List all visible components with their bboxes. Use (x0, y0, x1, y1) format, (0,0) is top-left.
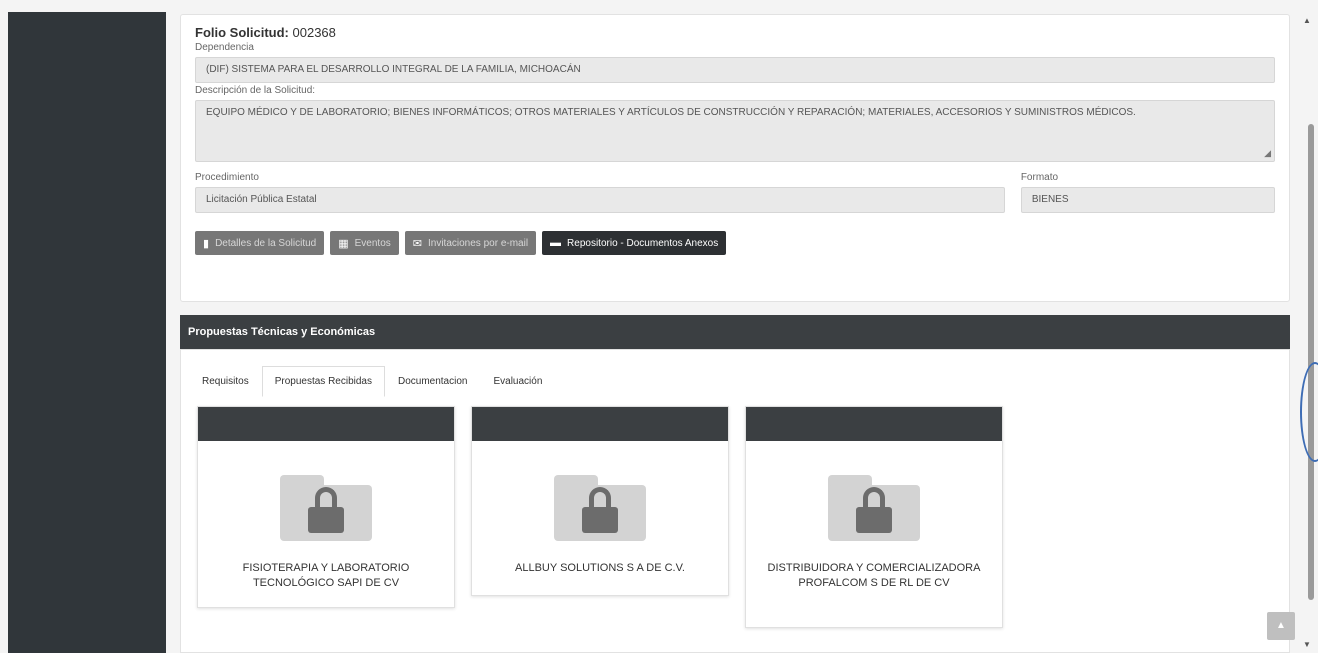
main-content: Folio Solicitud: 002368 Dependencia (DIF… (180, 14, 1290, 653)
formato-label: Formato (1020, 172, 1059, 183)
sidebar (8, 12, 166, 653)
propuestas-header: Propuestas Técnicas y Económicas (180, 315, 1290, 349)
invitaciones-button[interactable]: ✉ Invitaciones por e-mail (404, 231, 537, 255)
dependencia-field: (DIF) SISTEMA PARA EL DESARROLLO INTEGRA… (195, 57, 1275, 83)
tab-documentacion[interactable]: Documentacion (385, 366, 480, 397)
proposal-company-name: ALLBUY SOLUTIONS S A DE C.V. (515, 562, 685, 574)
propuestas-panel: Requisitos Propuestas Recibidas Document… (180, 349, 1290, 653)
solicitud-card: Folio Solicitud: 002368 Dependencia (DIF… (180, 14, 1290, 302)
proposal-card-header (472, 407, 728, 441)
eventos-button[interactable]: ▦ Eventos (330, 231, 399, 255)
back-to-top-button[interactable]: ▲ (1267, 612, 1295, 640)
folio-label: Folio Solicitud: (195, 25, 289, 40)
tab-requisitos[interactable]: Requisitos (189, 366, 262, 397)
tab-evaluacion[interactable]: Evaluación (480, 366, 555, 397)
tab-propuestas-recibidas[interactable]: Propuestas Recibidas (261, 366, 385, 397)
proposal-cards: FISIOTERAPIA Y LABORATORIO TECNOLÓGICO S… (197, 406, 1003, 628)
proposal-card-header (198, 407, 454, 441)
folio-number: 002368 (292, 25, 336, 40)
arrow-up-icon: ▲ (1276, 620, 1286, 631)
proposal-card[interactable]: ALLBUY SOLUTIONS S A DE C.V. (471, 406, 729, 596)
scroll-down-icon[interactable]: ▼ (1303, 640, 1311, 649)
descripcion-text: EQUIPO MÉDICO Y DE LABORATORIO; BIENES I… (206, 107, 1136, 118)
locked-folder-icon (828, 475, 920, 541)
document-icon: ▮ (203, 237, 210, 250)
locked-folder-icon (554, 475, 646, 541)
calendar-icon: ▦ (338, 237, 349, 250)
action-buttons: ▮ Detalles de la Solicitud ▦ Eventos ✉ I… (195, 231, 1275, 255)
descripcion-field: EQUIPO MÉDICO Y DE LABORATORIO; BIENES I… (195, 100, 1275, 162)
proposal-card-header (746, 407, 1002, 441)
invitaciones-label: Invitaciones por e-mail (428, 237, 529, 249)
mail-group-icon: ✉ (412, 237, 422, 250)
detalles-button[interactable]: ▮ Detalles de la Solicitud (195, 231, 325, 255)
dependencia-label: Dependencia (195, 42, 254, 53)
locked-folder-icon (280, 475, 372, 541)
folio-heading: Folio Solicitud: 002368 (195, 25, 1275, 40)
archive-icon: ▬ (550, 237, 562, 249)
eventos-label: Eventos (354, 237, 391, 249)
resize-handle-icon[interactable]: ◢ (1264, 148, 1271, 159)
repositorio-label: Repositorio - Documentos Anexos (567, 237, 719, 249)
detalles-label: Detalles de la Solicitud (215, 237, 317, 249)
procedimiento-label: Procedimiento (195, 172, 259, 183)
formato-field: BIENES (1020, 187, 1275, 213)
propuestas-tabs: Requisitos Propuestas Recibidas Document… (189, 366, 555, 397)
proposal-company-name: DISTRIBUIDORA Y COMERCIALIZADORA PROFALC… (767, 562, 981, 589)
descripcion-label: Descripción de la Solicitud: (195, 85, 316, 96)
repositorio-button[interactable]: ▬ Repositorio - Documentos Anexos (542, 231, 727, 255)
proposal-card[interactable]: DISTRIBUIDORA Y COMERCIALIZADORA PROFALC… (745, 406, 1003, 628)
proposal-card[interactable]: FISIOTERAPIA Y LABORATORIO TECNOLÓGICO S… (197, 406, 455, 608)
procedimiento-field: Licitación Pública Estatal (195, 187, 1005, 213)
scroll-up-icon[interactable]: ▲ (1303, 16, 1311, 25)
page-scrollbar[interactable]: ▲ ▼ (1300, 14, 1314, 653)
proposal-company-name: FISIOTERAPIA Y LABORATORIO TECNOLÓGICO S… (242, 562, 410, 589)
